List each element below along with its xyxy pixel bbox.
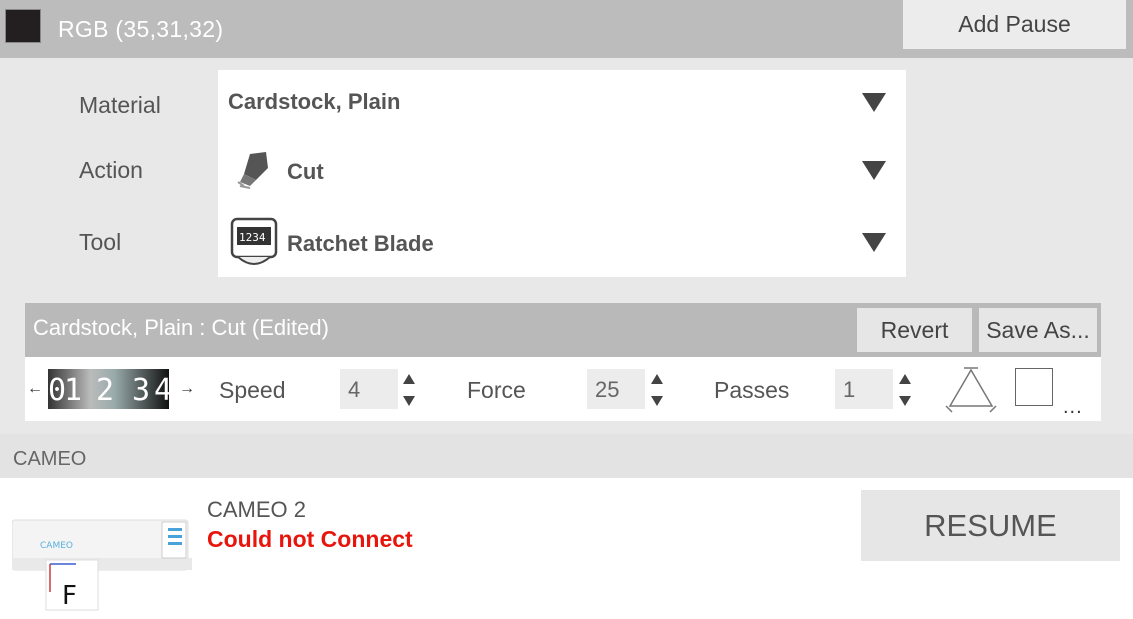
speed-label: Speed [219, 377, 286, 403]
action-select-value: Cut [287, 159, 324, 184]
arrow-right-icon[interactable]: → [179, 380, 195, 398]
passes-label: Passes [714, 377, 790, 403]
passes-input[interactable]: 1 [835, 369, 893, 409]
revert-button[interactable]: Revert [857, 308, 972, 352]
add-pause-button[interactable]: Add Pause [903, 0, 1126, 49]
overcut-icon[interactable] [944, 366, 998, 414]
resume-button[interactable]: RESUME [861, 490, 1120, 561]
action-label: Action [79, 157, 143, 183]
cut-icon [237, 152, 268, 189]
color-label: RGB (35,31,32) [58, 16, 224, 42]
tool-label: Tool [79, 229, 122, 255]
chevron-down-icon[interactable] [862, 93, 886, 112]
blade-depth-digit: 1 [64, 373, 82, 408]
material-select-value: Cardstock, Plain [228, 89, 401, 114]
material-label: Material [79, 92, 161, 118]
speed-input[interactable]: 4 [340, 369, 398, 409]
blade-depth-digit: 2 [96, 373, 114, 408]
device-image-caption: CAMEO [40, 541, 73, 551]
color-swatch[interactable] [5, 9, 41, 43]
cameo-device-image: CAMEO F [12, 519, 192, 611]
force-label: Force [467, 377, 526, 403]
blade-depth-digit: 3 [132, 373, 150, 408]
passes-stepper[interactable] [896, 370, 914, 410]
device-name: CAMEO 2 [207, 497, 307, 522]
tool-select-value: Ratchet Blade [287, 231, 434, 256]
blade-depth-digit: 4 [154, 373, 169, 408]
device-status: Could not Connect [207, 526, 413, 552]
blade-depth-selector[interactable]: 0 1 2 3 4 [48, 369, 169, 409]
save-as-button[interactable]: Save As... [979, 308, 1097, 352]
force-stepper[interactable] [648, 370, 666, 410]
settings-title: Cardstock, Plain : Cut (Edited) [33, 315, 329, 340]
ratchet-blade-icon: 1234 [230, 217, 278, 265]
more-options-icon[interactable]: ... [1063, 396, 1083, 419]
device-section-label: CAMEO [13, 448, 87, 470]
chevron-down-icon[interactable] [862, 161, 886, 180]
device-section-header [0, 434, 1133, 478]
arrow-left-icon[interactable]: ← [27, 380, 43, 398]
chevron-down-icon[interactable] [862, 233, 886, 252]
option-checkbox[interactable] [1015, 368, 1053, 406]
device-image-letter: F [62, 581, 77, 611]
force-input[interactable]: 25 [587, 369, 645, 409]
speed-stepper[interactable] [400, 370, 418, 410]
svg-text:1234: 1234 [239, 231, 266, 244]
